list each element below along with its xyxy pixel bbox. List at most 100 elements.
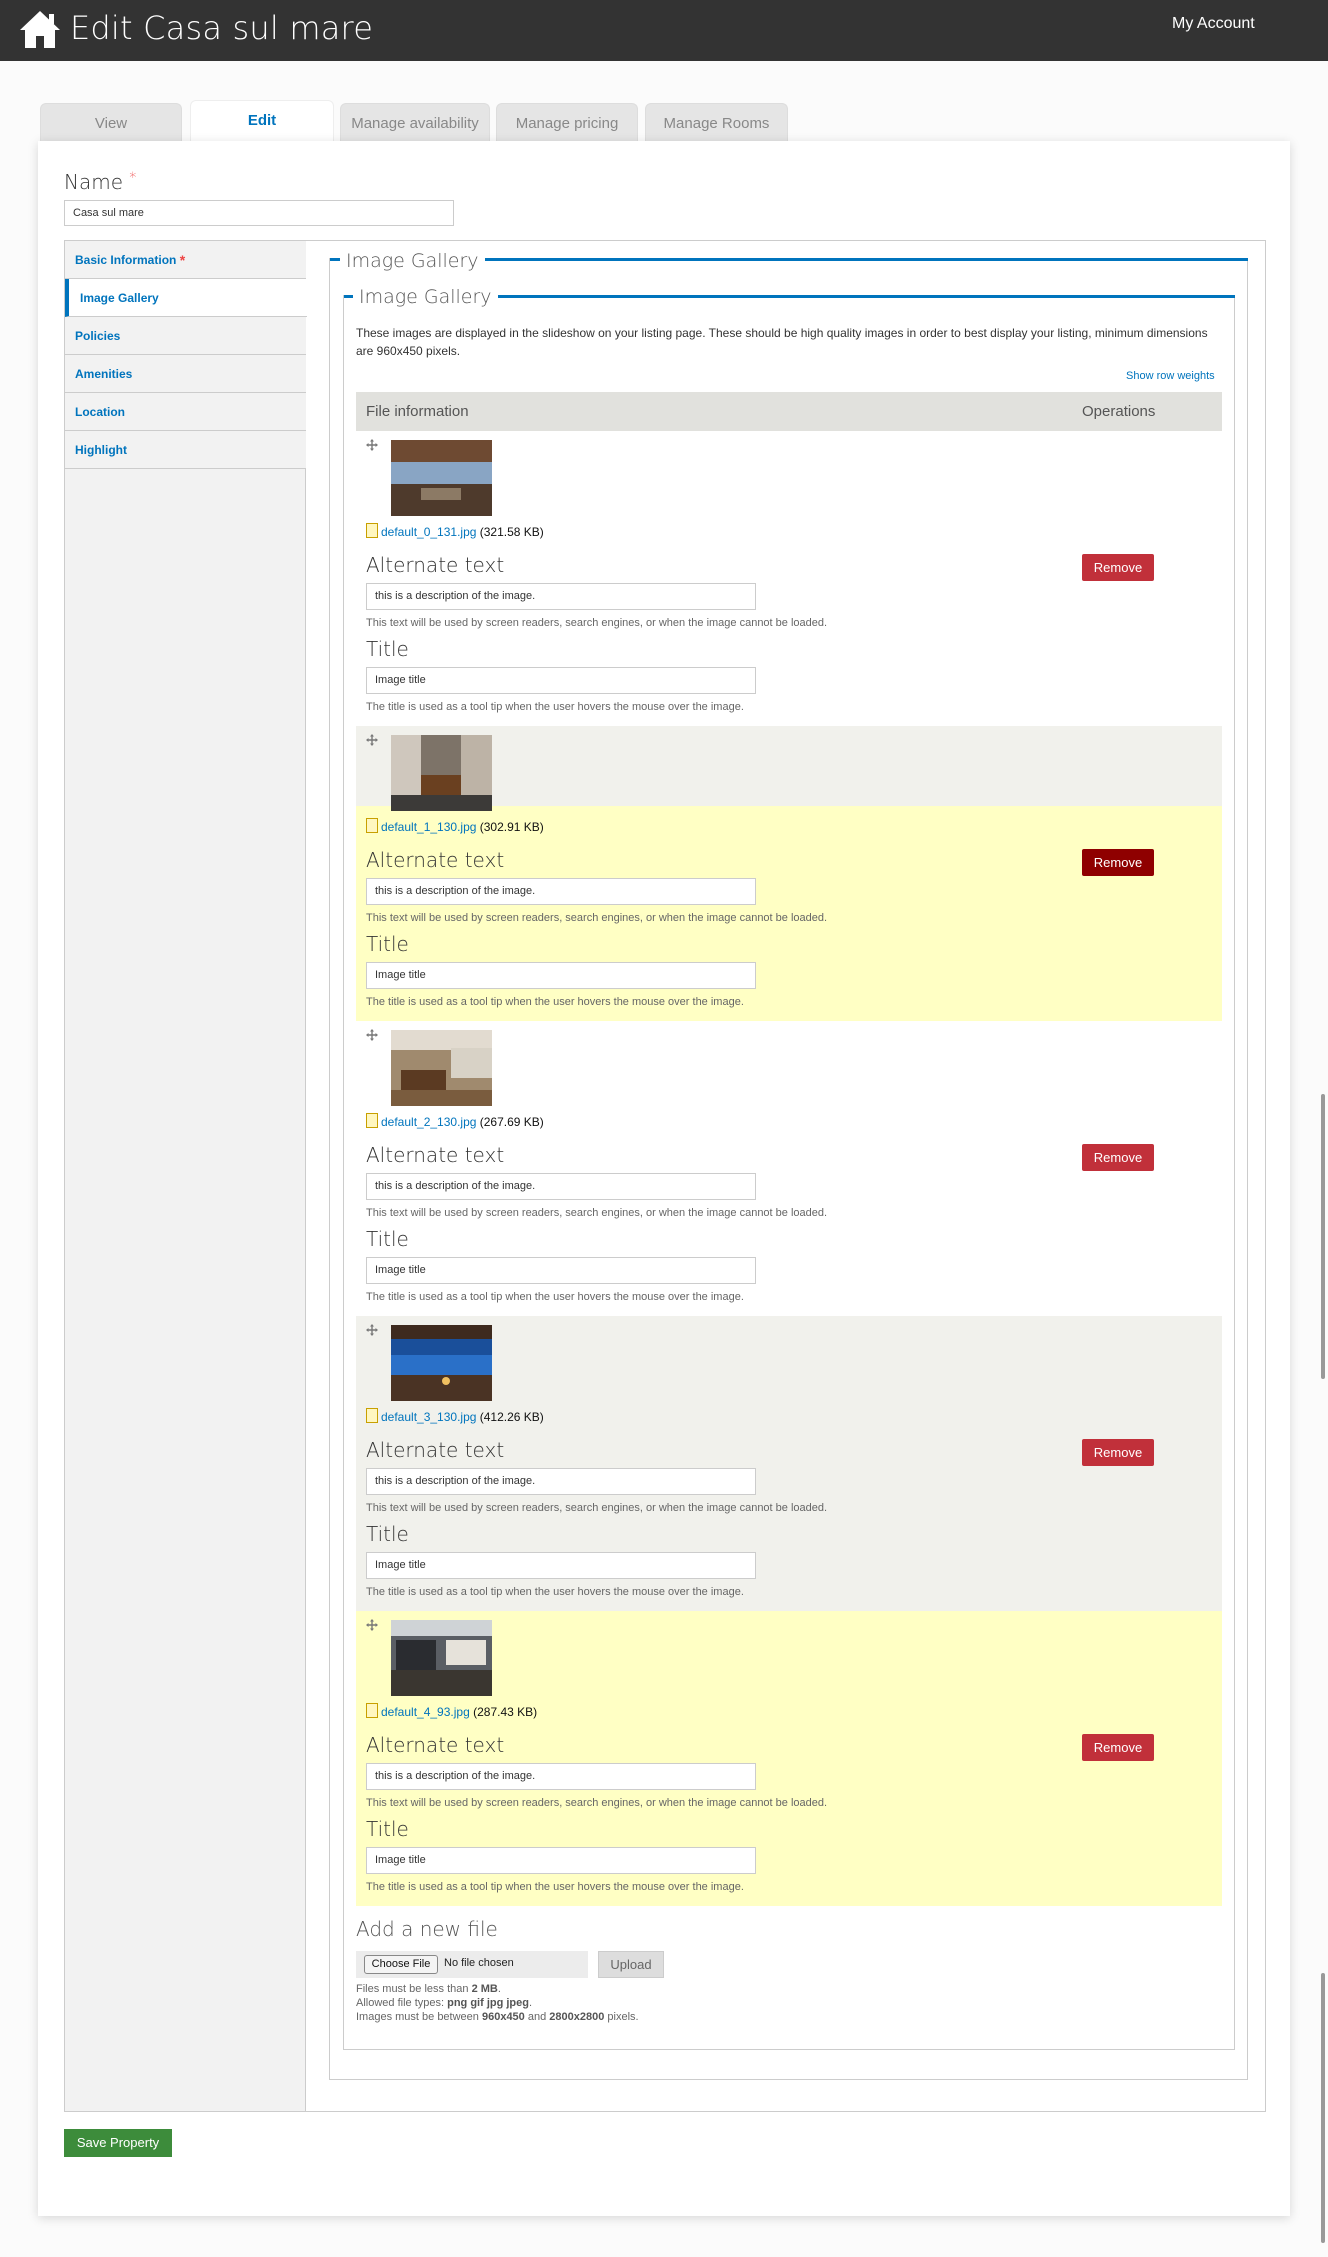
image-dimensions-help: Images must be between 960x450 and 2800x… bbox=[356, 2011, 639, 2023]
alt-text-label: Alternate text bbox=[366, 848, 505, 872]
alt-text-input[interactable]: this is a description of the image. bbox=[366, 1173, 756, 1200]
alt-text-help: This text will be used by screen readers… bbox=[366, 617, 828, 629]
sidebar-item-policies[interactable]: Policies bbox=[65, 317, 306, 355]
file-info: default_4_93.jpg (287.43 KB) bbox=[366, 1703, 537, 1719]
file-info: default_2_130.jpg (267.69 KB) bbox=[366, 1113, 544, 1129]
alt-text-input[interactable]: this is a description of the image. bbox=[366, 1468, 756, 1495]
image-gallery-legend: Image Gallery bbox=[340, 250, 485, 272]
remove-button[interactable]: Remove bbox=[1082, 554, 1154, 581]
file-types-help: Allowed file types: png gif jpg jpeg. bbox=[356, 1997, 533, 2009]
file-link[interactable]: default_2_130.jpg bbox=[381, 1115, 476, 1129]
file-link[interactable]: default_3_130.jpg bbox=[381, 1410, 476, 1424]
title-help: The title is used as a tool tip when the… bbox=[366, 1881, 744, 1893]
file-info: default_0_131.jpg (321.58 KB) bbox=[366, 523, 544, 539]
remove-button[interactable]: Remove bbox=[1082, 1144, 1154, 1171]
name-label: Name * bbox=[64, 170, 137, 194]
file-size: (302.91 KB) bbox=[479, 820, 544, 834]
alt-text-label: Alternate text bbox=[366, 553, 505, 577]
image-file-icon bbox=[366, 818, 378, 833]
file-info: default_3_130.jpg (412.26 KB) bbox=[366, 1408, 544, 1424]
vertical-tab-list: Basic Information * Image Gallery Polici… bbox=[65, 241, 307, 2111]
tab-manage-pricing[interactable]: Manage pricing bbox=[496, 103, 638, 141]
table-row: default_2_130.jpg (267.69 KB) Alternate … bbox=[356, 1021, 1222, 1316]
title-label: Title bbox=[366, 1817, 409, 1841]
sidebar-item-basic-information[interactable]: Basic Information * bbox=[65, 241, 306, 279]
image-file-icon bbox=[366, 1408, 378, 1423]
table-header: File information Operations bbox=[356, 392, 1222, 431]
table-row: default_4_93.jpg (287.43 KB) Alternate t… bbox=[356, 1611, 1222, 1906]
alt-text-help: This text will be used by screen readers… bbox=[366, 1207, 828, 1219]
file-link[interactable]: default_4_93.jpg bbox=[381, 1705, 470, 1719]
image-thumbnail bbox=[391, 1030, 492, 1106]
file-size: (267.69 KB) bbox=[479, 1115, 544, 1129]
tab-view[interactable]: View bbox=[40, 103, 182, 141]
table-row: default_0_131.jpg (321.58 KB) Alternate … bbox=[356, 431, 1222, 726]
title-input[interactable]: Image title bbox=[366, 962, 756, 989]
remove-button[interactable]: Remove bbox=[1082, 1439, 1154, 1466]
column-operations: Operations bbox=[1082, 403, 1156, 420]
alt-text-help: This text will be used by screen readers… bbox=[366, 1502, 828, 1514]
drag-handle-icon[interactable] bbox=[366, 734, 378, 746]
title-label: Title bbox=[366, 932, 409, 956]
home-icon[interactable] bbox=[18, 8, 62, 50]
drag-handle-icon[interactable] bbox=[366, 1619, 378, 1631]
image-thumbnail bbox=[391, 1620, 492, 1696]
title-input[interactable]: Image title bbox=[366, 1847, 756, 1874]
drag-handle-icon[interactable] bbox=[366, 1324, 378, 1336]
sidebar-item-amenities[interactable]: Amenities bbox=[65, 355, 306, 393]
remove-button[interactable]: Remove bbox=[1082, 849, 1154, 876]
title-label: Title bbox=[366, 1522, 409, 1546]
title-label: Title bbox=[366, 1227, 409, 1251]
tab-manage-availability[interactable]: Manage availability bbox=[340, 103, 490, 141]
no-file-text: No file chosen bbox=[444, 1957, 514, 1969]
image-thumbnail bbox=[391, 1325, 492, 1401]
sidebar-item-location[interactable]: Location bbox=[65, 393, 306, 431]
drag-handle-icon[interactable] bbox=[366, 439, 378, 451]
title-input[interactable]: Image title bbox=[366, 1552, 756, 1579]
alt-text-input[interactable]: this is a description of the image. bbox=[366, 583, 756, 610]
alt-text-label: Alternate text bbox=[366, 1143, 505, 1167]
file-size: (412.26 KB) bbox=[479, 1410, 544, 1424]
title-help: The title is used as a tool tip when the… bbox=[366, 1291, 744, 1303]
image-file-icon bbox=[366, 523, 378, 538]
title-input[interactable]: Image title bbox=[366, 667, 756, 694]
alt-text-input[interactable]: this is a description of the image. bbox=[366, 1763, 756, 1790]
upload-button[interactable]: Upload bbox=[598, 1951, 664, 1978]
table-row: default_1_130.jpg (302.91 KB) Alternate … bbox=[356, 726, 1222, 1021]
title-help: The title is used as a tool tip when the… bbox=[366, 996, 744, 1008]
file-picker: Choose File No file chosen bbox=[356, 1951, 588, 1978]
remove-button[interactable]: Remove bbox=[1082, 1734, 1154, 1761]
title-label: Title bbox=[366, 637, 409, 661]
file-size: (321.58 KB) bbox=[479, 525, 544, 539]
top-bar: Edit Casa sul mare My Account bbox=[0, 0, 1328, 61]
scrollbar-thumb[interactable] bbox=[1321, 1973, 1325, 2243]
alt-text-help: This text will be used by screen readers… bbox=[366, 1797, 828, 1809]
tab-manage-rooms[interactable]: Manage Rooms bbox=[645, 103, 788, 141]
required-marker: * bbox=[179, 252, 186, 268]
alt-text-label: Alternate text bbox=[366, 1733, 505, 1757]
sidebar-item-image-gallery[interactable]: Image Gallery bbox=[65, 279, 307, 317]
add-file-heading: Add a new file bbox=[356, 1917, 498, 1941]
alt-text-help: This text will be used by screen readers… bbox=[366, 912, 828, 924]
alt-text-label: Alternate text bbox=[366, 1438, 505, 1462]
gallery-description: These images are displayed in the slides… bbox=[356, 326, 1208, 358]
file-link[interactable]: default_0_131.jpg bbox=[381, 525, 476, 539]
name-input[interactable]: Casa sul mare bbox=[64, 200, 454, 226]
tab-edit[interactable]: Edit bbox=[190, 100, 334, 141]
show-row-weights-link[interactable]: Show row weights bbox=[1126, 370, 1215, 382]
scrollbar-thumb[interactable] bbox=[1321, 1094, 1325, 1379]
table-row: default_3_130.jpg (412.26 KB) Alternate … bbox=[356, 1316, 1222, 1611]
title-help: The title is used as a tool tip when the… bbox=[366, 1586, 744, 1598]
my-account-link[interactable]: My Account bbox=[1172, 15, 1255, 33]
save-property-button[interactable]: Save Property bbox=[64, 2129, 172, 2157]
file-info: default_1_130.jpg (302.91 KB) bbox=[366, 818, 544, 834]
choose-file-button[interactable]: Choose File bbox=[364, 1955, 438, 1974]
required-marker: * bbox=[129, 170, 137, 186]
image-thumbnail bbox=[391, 735, 492, 811]
title-input[interactable]: Image title bbox=[366, 1257, 756, 1284]
file-link[interactable]: default_1_130.jpg bbox=[381, 820, 476, 834]
drag-handle-icon[interactable] bbox=[366, 1029, 378, 1041]
column-file-information: File information bbox=[366, 403, 469, 420]
alt-text-input[interactable]: this is a description of the image. bbox=[366, 878, 756, 905]
sidebar-item-highlight[interactable]: Highlight bbox=[65, 431, 306, 469]
